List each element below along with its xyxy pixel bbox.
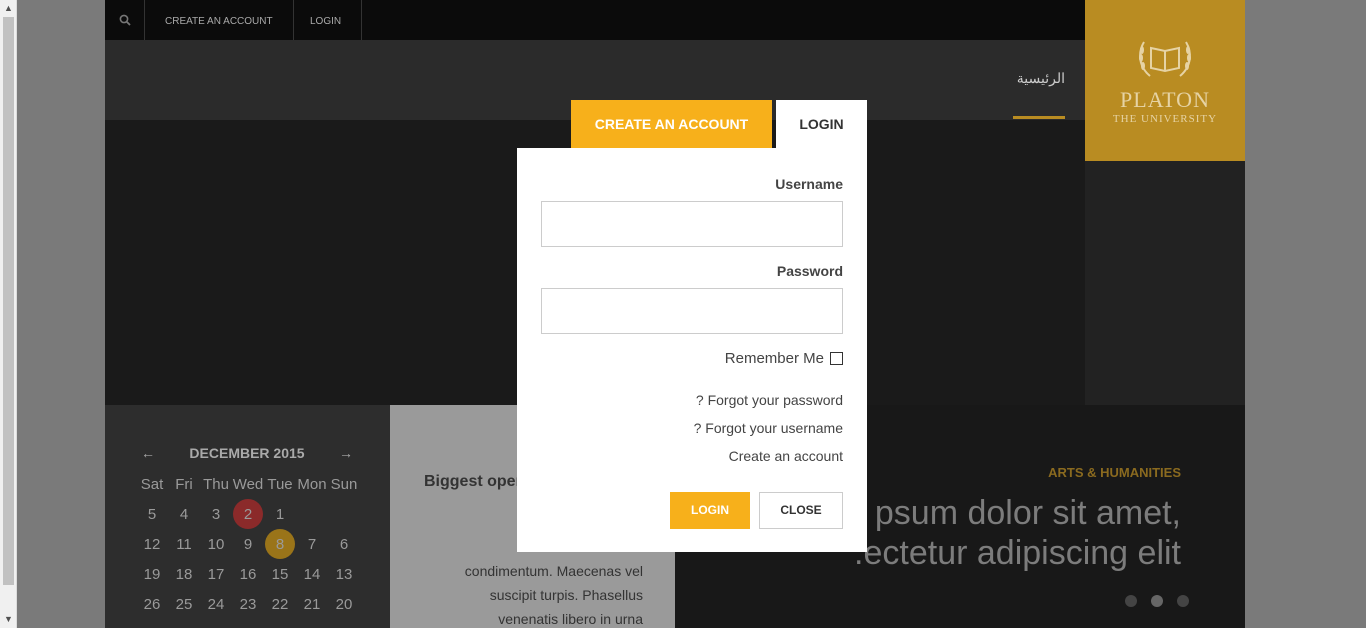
username-label: Username xyxy=(775,176,843,192)
calendar-day-number: 7 xyxy=(307,535,317,553)
calendar-day-number: 26 xyxy=(143,595,161,613)
calendar-day-number: 17 xyxy=(207,565,225,583)
calendar-day-number: 12 xyxy=(143,535,161,553)
forgot-username-link[interactable]: ? Forgot your username xyxy=(694,420,843,436)
calendar-day-number: 20 xyxy=(335,595,353,613)
calendar-day-number: 11 xyxy=(176,535,192,553)
forgot-password-link[interactable]: ? Forgot your password xyxy=(696,392,843,408)
login-button[interactable]: LOGIN xyxy=(670,492,750,529)
tab-login[interactable]: LOGIN xyxy=(776,100,867,148)
calendar-day-number: 1 xyxy=(275,505,285,523)
calendar-day-number: 14 xyxy=(303,565,321,583)
calendar-day-number: 18 xyxy=(175,565,193,583)
calendar-day-number: 23 xyxy=(239,595,257,613)
close-button[interactable]: CLOSE xyxy=(759,492,843,529)
scroll-thumb[interactable] xyxy=(3,17,14,585)
tab-create-account[interactable]: CREATE AN ACCOUNT xyxy=(571,100,772,148)
remember-me-checkbox[interactable] xyxy=(830,352,843,365)
remember-me-label: Remember Me xyxy=(724,350,824,367)
calendar-day-number: 19 xyxy=(143,565,161,583)
password-input[interactable] xyxy=(541,288,843,334)
calendar-day-number: 6 xyxy=(339,535,349,553)
calendar-day-number: 8 xyxy=(275,535,285,553)
calendar-day-number: 22 xyxy=(271,595,289,613)
browser-scrollbar[interactable]: ▲ ▼ xyxy=(0,0,17,628)
calendar-day-number: 21 xyxy=(303,595,321,613)
calendar-day-number: 2 xyxy=(243,505,253,523)
calendar-day-number: 15 xyxy=(271,565,289,583)
calendar-day-number: 10 xyxy=(207,535,225,553)
scroll-up-icon[interactable]: ▲ xyxy=(0,0,17,17)
calendar-day-number: 4 xyxy=(179,505,189,523)
password-label: Password xyxy=(776,263,843,279)
calendar-day-number: 5 xyxy=(147,505,157,523)
login-modal: Username Password Remember Me ? Forgot y… xyxy=(517,148,867,552)
calendar-day-number: 13 xyxy=(335,565,353,583)
calendar-day-number: 9 xyxy=(243,535,253,553)
calendar-day-number: 25 xyxy=(175,595,193,613)
calendar-day-number: 16 xyxy=(239,565,257,583)
scroll-down-icon[interactable]: ▼ xyxy=(0,611,17,628)
calendar-day-number: 24 xyxy=(207,595,225,613)
remember-me[interactable]: Remember Me xyxy=(725,350,843,367)
username-input[interactable] xyxy=(541,201,843,247)
calendar-day-number: 3 xyxy=(211,505,221,523)
create-account-link[interactable]: Create an account xyxy=(729,448,843,464)
